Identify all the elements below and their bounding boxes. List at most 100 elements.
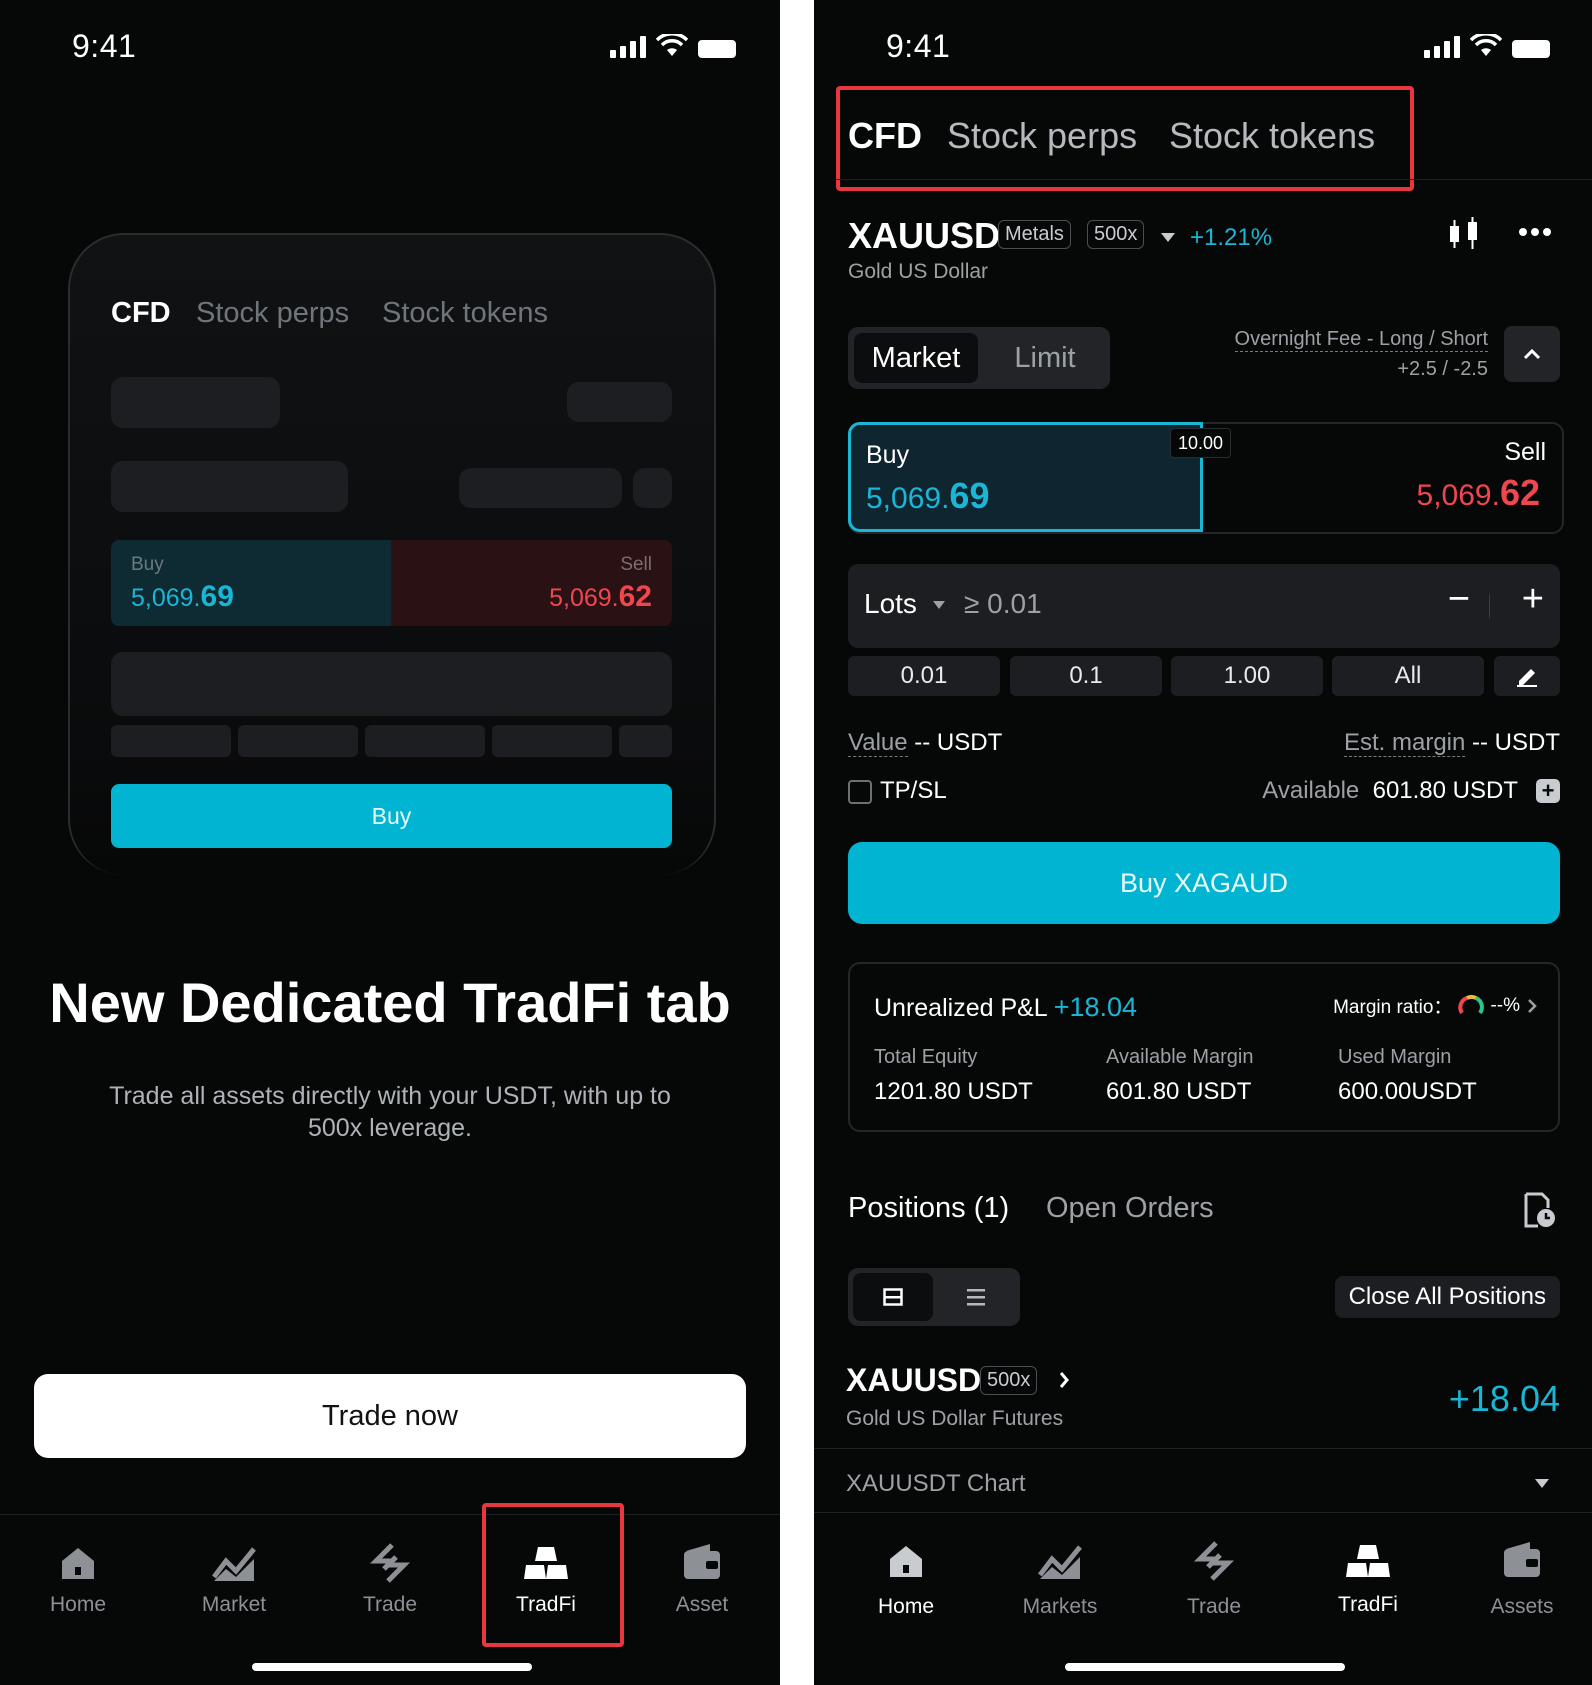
tab-open-orders[interactable]: Open Orders <box>1046 1192 1214 1225</box>
highlight-box-tradfi <box>482 1503 624 1647</box>
quick-amount-all[interactable]: All <box>1332 656 1484 696</box>
nav-label: TradFi <box>1338 1593 1398 1616</box>
subtext: Trade all assets directly with your USDT… <box>109 1082 671 1142</box>
nav-asset[interactable]: Asset <box>632 1515 772 1617</box>
mock-sell-label: Sell <box>620 554 652 575</box>
placeholder-chip <box>619 725 672 757</box>
buy-quote-price: 5,069.69 <box>866 475 990 516</box>
nav-markets[interactable]: Markets <box>990 1513 1130 1619</box>
lots-caret-icon[interactable] <box>932 600 946 610</box>
pnl-row: Unrealized P&L +18.04 <box>874 992 1137 1023</box>
buy-quote[interactable]: Buy 5,069.69 <box>848 422 1203 532</box>
nav-label: Trade <box>1186 1595 1242 1618</box>
trade-arrows-icon <box>370 1543 410 1583</box>
pnl-label: Unrealized P&L <box>874 994 1047 1022</box>
add-funds-icon[interactable]: + <box>1536 779 1560 803</box>
close-all-positions-button[interactable]: Close All Positions <box>1334 1276 1560 1318</box>
list-view-button[interactable] <box>938 1273 1014 1321</box>
tpsl-label: TP/SL <box>880 777 947 804</box>
value-row: Value -- USDT <box>848 729 1002 757</box>
mock-buy-price: 5,069.69 <box>131 580 234 613</box>
placeholder-block <box>567 382 672 422</box>
chevron-up-icon <box>1523 348 1541 360</box>
headline: New Dedicated TradFi tab <box>49 971 731 1034</box>
lots-minus-button[interactable]: − <box>1448 578 1470 621</box>
nav-trade[interactable]: Trade <box>1144 1513 1284 1619</box>
wallet-icon <box>684 1544 720 1579</box>
position-pnl: +18.04 <box>1448 1378 1560 1419</box>
lots-input[interactable]: Lots ≥ 0.01 − + <box>848 564 1560 648</box>
home-indicator <box>1065 1663 1345 1671</box>
home-icon <box>890 1546 922 1577</box>
battery-icon <box>698 40 736 58</box>
nav-assets[interactable]: Assets <box>1452 1513 1592 1619</box>
placeholder-block <box>111 377 280 428</box>
value-amount: -- USDT <box>914 729 1003 756</box>
est-margin-amount: -- USDT <box>1472 729 1560 756</box>
quick-amount-001[interactable]: 0.01 <box>848 656 1000 696</box>
stat-value: 600.00USDT <box>1338 1078 1477 1105</box>
caret-down-icon[interactable] <box>1160 231 1176 243</box>
more-icon[interactable] <box>1518 226 1552 238</box>
margin-ratio-value: --% <box>1490 994 1520 1016</box>
value-label: Value <box>848 729 908 757</box>
placeholder-block <box>459 468 622 508</box>
nav-home[interactable]: Home <box>836 1513 976 1619</box>
wallet-icon <box>1504 1542 1540 1577</box>
placeholder-block <box>111 461 348 512</box>
nav-label: Trade <box>362 1593 418 1616</box>
home-indicator <box>252 1663 532 1671</box>
mock-tab-stock-perps: Stock perps <box>196 297 350 329</box>
tpsl-checkbox[interactable] <box>848 780 872 804</box>
margin-ratio[interactable]: Margin ratio： --% <box>1333 992 1538 1019</box>
available-label: Available <box>1262 777 1360 804</box>
wifi-icon <box>656 34 688 56</box>
available-amount: 601.80 USDT <box>1372 777 1518 804</box>
trade-now-button[interactable]: Trade now <box>34 1374 746 1458</box>
lots-plus-button[interactable]: + <box>1522 578 1544 621</box>
status-time: 9:41 <box>886 28 951 64</box>
nav-label: Assets <box>1490 1595 1554 1618</box>
placeholder-chip <box>365 725 485 757</box>
candlestick-icon[interactable] <box>1446 216 1482 252</box>
lots-divider <box>1489 594 1490 618</box>
quick-amount-100[interactable]: 1.00 <box>1171 656 1323 696</box>
order-type-market[interactable]: Market <box>854 333 978 383</box>
nav-home[interactable]: Home <box>8 1515 148 1617</box>
status-icons <box>610 34 736 58</box>
status-icons <box>1424 34 1550 58</box>
collapse-button[interactable] <box>1504 326 1560 382</box>
nav-market[interactable]: Market <box>164 1515 304 1617</box>
instrument-symbol[interactable]: XAUUSD <box>848 215 1000 257</box>
card-view-button[interactable] <box>853 1273 933 1321</box>
mock-buy-panel: Buy 5,069.69 <box>111 540 391 626</box>
gold-bars-icon <box>1346 1545 1390 1577</box>
divider <box>836 179 1592 180</box>
available-row: Available 601.80 USDT <box>1262 777 1518 805</box>
nav-tradfi[interactable]: TradFi <box>1298 1513 1438 1617</box>
caret-down-icon[interactable] <box>1534 1477 1550 1489</box>
bottom-nav: Home Markets Trade TradFi Assets <box>814 1512 1592 1685</box>
tab-positions[interactable]: Positions (1) <box>848 1192 1009 1225</box>
nav-trade[interactable]: Trade <box>320 1515 460 1617</box>
chevron-right-icon <box>1528 998 1537 1013</box>
order-type-limit[interactable]: Limit <box>990 333 1100 383</box>
nav-label: Home <box>877 1595 935 1618</box>
price-change: +1.21% <box>1190 224 1273 251</box>
view-toggle <box>848 1268 1020 1326</box>
stat-label: Total Equity <box>874 1046 978 1068</box>
overnight-fee: Overnight Fee - Long / Short +2.5 / -2.5 <box>1234 328 1488 381</box>
quick-amount-01[interactable]: 0.1 <box>1010 656 1162 696</box>
bottom-nav: Home Market Trade TradFi Asset <box>0 1514 780 1685</box>
history-icon[interactable] <box>1522 1190 1556 1230</box>
position-symbol[interactable]: XAUUSD <box>846 1362 981 1399</box>
placeholder-chip <box>111 725 231 757</box>
stat-label: Used Margin <box>1338 1046 1452 1068</box>
buy-button[interactable]: Buy XAGAUD <box>848 842 1560 924</box>
mock-sell-price: 5,069.62 <box>549 580 652 613</box>
edit-amounts-button[interactable] <box>1494 656 1560 696</box>
sell-quote-price[interactable]: 5,069.62 <box>1417 472 1540 514</box>
stat-value: 1201.80 USDT <box>874 1078 1033 1105</box>
chart-row-label[interactable]: XAUUSDT Chart <box>846 1470 1026 1498</box>
chevron-right-icon[interactable] <box>1058 1371 1070 1389</box>
